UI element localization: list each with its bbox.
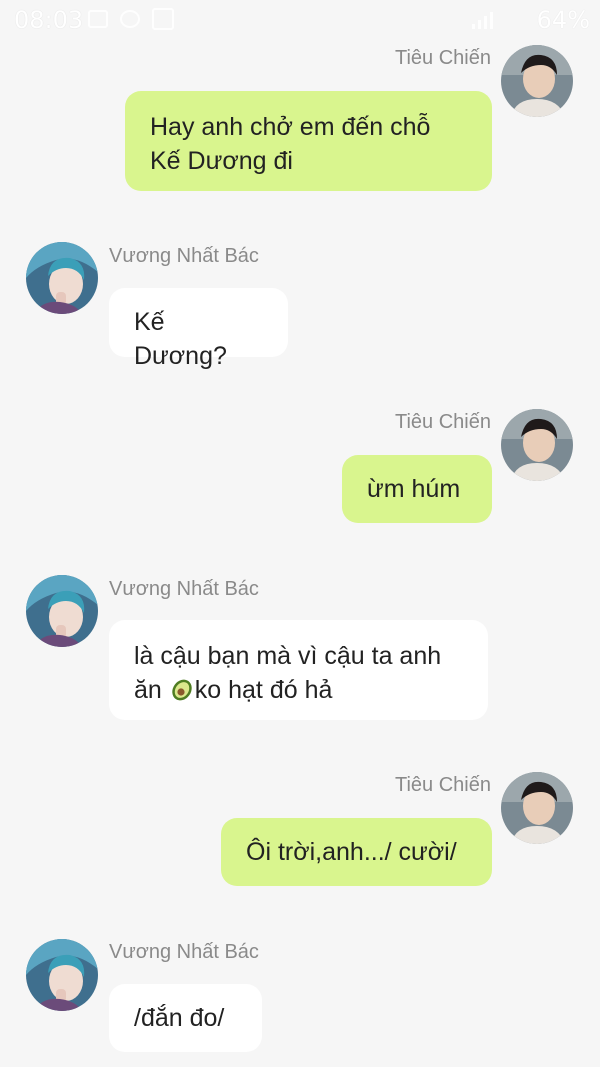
eye-icon (120, 10, 140, 28)
message-line: ăn ko hạt đó hả (134, 673, 463, 707)
sender-name: Tiêu Chiến (395, 774, 491, 796)
sender-name: Vương Nhất Bác (109, 578, 259, 600)
message-line: Hay anh chở em đến chỗ (150, 113, 431, 141)
avatar-tieu-chien[interactable] (501, 409, 573, 481)
chat-screen: 08:03 64% Tiêu Chiến Hay anh chở em đến … (0, 0, 600, 1067)
message-icon (152, 8, 174, 30)
sender-name: Tiêu Chiến (395, 47, 491, 69)
status-time: 08:03 (14, 6, 84, 34)
battery-level: 64% (536, 6, 590, 34)
message-bubble-incoming[interactable]: /đắn đo/ (109, 984, 262, 1052)
status-bar: 08:03 64% (0, 0, 600, 40)
message-line: /đắn đo/ (134, 1004, 225, 1032)
message-line: ừm húm (367, 475, 461, 503)
message-line: Kế Dương? (134, 308, 227, 370)
avatar-tieu-chien[interactable] (501, 45, 573, 117)
message-bubble-incoming[interactable]: là cậu bạn mà vì cậu ta anh ăn ko hạt đó… (109, 620, 488, 720)
avocado-icon (172, 679, 192, 701)
avatar-vuong-nhat-bac[interactable] (26, 575, 98, 647)
message-text: ăn (134, 676, 169, 704)
message-line: Kế Dương đi (150, 147, 293, 175)
avatar-tieu-chien[interactable] (501, 772, 573, 844)
avatar-vuong-nhat-bac[interactable] (26, 939, 98, 1011)
message-line: Ôi trời,anh.../ cười/ (246, 838, 457, 866)
message-bubble-incoming[interactable]: Kế Dương? (109, 288, 288, 370)
signal-icon (472, 12, 493, 29)
message-bubble-outgoing[interactable]: ừm húm (342, 455, 492, 523)
message-bubble-outgoing[interactable]: Hay anh chở em đến chỗ Kế Dương đi (125, 91, 492, 191)
message-line: là cậu bạn mà vì cậu ta anh (134, 642, 442, 670)
message-bubble-outgoing[interactable]: Ôi trời,anh.../ cười/ (221, 818, 492, 886)
sender-name: Vương Nhất Bác (109, 941, 259, 963)
image-icon (88, 10, 108, 28)
avatar-vuong-nhat-bac[interactable] (26, 242, 98, 314)
message-text: ko hạt đó hả (194, 676, 333, 704)
sender-name: Tiêu Chiến (395, 411, 491, 433)
sender-name: Vương Nhất Bác (109, 245, 259, 267)
